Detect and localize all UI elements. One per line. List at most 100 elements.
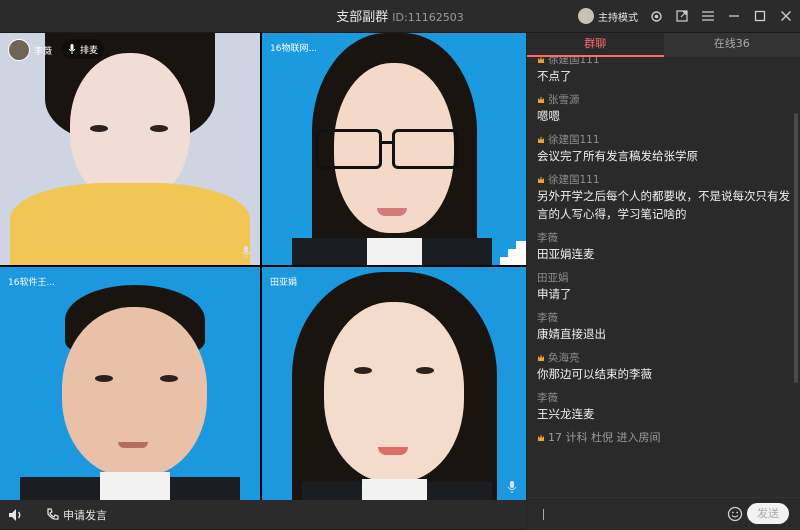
text-caret <box>543 509 544 520</box>
mic-status-icon <box>240 245 252 259</box>
message-text: 你那边可以结束的李薇 <box>537 365 793 383</box>
room-id: ID:11162503 <box>392 11 463 24</box>
sender-name: 徐建国111 <box>548 132 600 147</box>
message: 李薇 王兴龙连麦 <box>537 389 793 423</box>
tile-name: 李薇 <box>34 44 52 57</box>
message-sender: 李薇 <box>537 389 793 405</box>
message-sender: 徐建国111 <box>537 131 793 147</box>
person-eye <box>150 125 168 132</box>
message-text: 申请了 <box>537 285 793 303</box>
group-name: 支部副群 <box>336 10 388 25</box>
person-mouth <box>118 442 148 448</box>
app-window: 支部副群 ID:11162503 主持模式 <box>0 0 800 529</box>
apply-speak-button[interactable]: 申请发言 <box>46 507 107 523</box>
minimize-icon[interactable] <box>726 8 742 24</box>
message: 奂海亮 你那边可以结束的李薇 <box>537 349 793 383</box>
mic-queue-label: 排麦 <box>80 43 98 56</box>
signal-stairs <box>500 235 526 265</box>
close-icon[interactable] <box>778 8 794 24</box>
message-sender: 李薇 <box>537 309 793 325</box>
sender-name: 李薇 <box>537 310 558 325</box>
sender-name: 李薇 <box>537 390 558 405</box>
person-face <box>62 307 207 477</box>
volume-icon[interactable] <box>8 507 24 523</box>
person-shirt <box>100 472 170 500</box>
message-text: 不点了 <box>537 67 793 85</box>
mic-icon <box>68 44 76 54</box>
person-eye <box>416 367 434 374</box>
message-text: 田亚娟连麦 <box>537 245 793 263</box>
member-badge-icon <box>537 433 545 442</box>
title-bar: 支部副群 ID:11162503 主持模式 <box>0 0 800 33</box>
person-hoodie <box>10 183 250 265</box>
message: 张雪源 嗯嗯 <box>537 91 793 125</box>
sender-name: 田亚娟 <box>537 270 569 285</box>
message: 李薇 康婧直接退出 <box>537 309 793 343</box>
host-mode-label: 主持模式 <box>598 9 638 24</box>
message-list: 徐建国111 不点了 张雪源 嗯嗯 徐建国111 会议完了所有发言稿发给张学原 <box>537 57 793 493</box>
message: 李薇 田亚娟连麦 <box>537 229 793 263</box>
person-eye <box>354 367 372 374</box>
tab-online[interactable]: 在线36 <box>664 33 800 57</box>
maximize-icon[interactable] <box>752 8 768 24</box>
message: 徐建国111 另外开学之后每个人的都要收，不是说每次只有发言的人写心得，学习笔记… <box>537 171 793 223</box>
person-shirt <box>362 479 427 500</box>
message-sender: 徐建国111 <box>537 57 793 67</box>
person-eye <box>160 375 178 382</box>
title-controls: 主持模式 <box>578 0 794 32</box>
mic-status-icon <box>506 480 518 494</box>
phone-icon <box>46 508 59 521</box>
video-tile[interactable]: 田亚娟 <box>262 267 526 500</box>
sender-name: 奂海亮 <box>548 350 580 365</box>
sender-name: 张雪源 <box>548 92 580 107</box>
tile-label: 李薇 <box>8 39 52 61</box>
sender-name: 徐建国111 <box>548 57 600 67</box>
popout-icon[interactable] <box>674 8 690 24</box>
message-sender: 田亚娟 <box>537 269 793 285</box>
menu-icon[interactable] <box>700 8 716 24</box>
system-message-text: 17 计科 杜倪 进入房间 <box>548 429 661 445</box>
host-avatar <box>578 8 594 24</box>
person-face <box>324 302 464 482</box>
sender-name: 李薇 <box>537 230 558 245</box>
person-face <box>70 53 190 203</box>
video-tile[interactable]: 16软件王... <box>0 267 260 500</box>
bottom-bar: 申请发言 <box>0 500 526 529</box>
message-text: 另外开学之后每个人的都要收，不是说每次只有发言的人写心得，学习笔记啥的 <box>537 187 793 223</box>
member-badge-icon <box>537 95 545 104</box>
glasses <box>306 129 466 165</box>
mic-queue-button[interactable]: 排麦 <box>62 39 104 59</box>
video-tile[interactable]: 16物联网... <box>262 33 526 265</box>
chat-scrollbar[interactable] <box>794 113 798 383</box>
tile-name: 16软件王... <box>8 275 55 288</box>
message-text: 王兴龙连麦 <box>537 405 793 423</box>
emoji-icon[interactable] <box>727 506 743 522</box>
message-text: 嗯嗯 <box>537 107 793 125</box>
message: 徐建国111 不点了 <box>537 57 793 85</box>
send-button[interactable]: 发送 <box>747 503 789 524</box>
avatar <box>8 39 30 61</box>
person-shirt <box>367 238 422 265</box>
member-badge-icon <box>537 57 545 64</box>
tile-name: 田亚娟 <box>270 275 297 288</box>
video-tile[interactable]: 李薇 排麦 <box>0 33 260 265</box>
member-badge-icon <box>537 353 545 362</box>
member-badge-icon <box>537 175 545 184</box>
chat-input[interactable] <box>535 503 729 527</box>
video-grid: 李薇 排麦 16物联网... <box>0 33 526 500</box>
person-eye <box>90 125 108 132</box>
tile-name: 16物联网... <box>270 41 317 54</box>
message: 徐建国111 会议完了所有发言稿发给张学原 <box>537 131 793 165</box>
message: 田亚娟 申请了 <box>537 269 793 303</box>
person-eye <box>95 375 113 382</box>
message-text: 会议完了所有发言稿发给张学原 <box>537 147 793 165</box>
message-text: 康婧直接退出 <box>537 325 793 343</box>
host-mode-button[interactable]: 主持模式 <box>578 8 638 24</box>
member-badge-icon <box>537 135 545 144</box>
sender-name: 徐建国111 <box>548 172 600 187</box>
tab-group-chat[interactable]: 群聊 <box>527 33 664 57</box>
input-bar: 发送 <box>527 497 800 530</box>
message-sender: 张雪源 <box>537 91 793 107</box>
message-sender: 奂海亮 <box>537 349 793 365</box>
settings-icon[interactable] <box>648 8 664 24</box>
